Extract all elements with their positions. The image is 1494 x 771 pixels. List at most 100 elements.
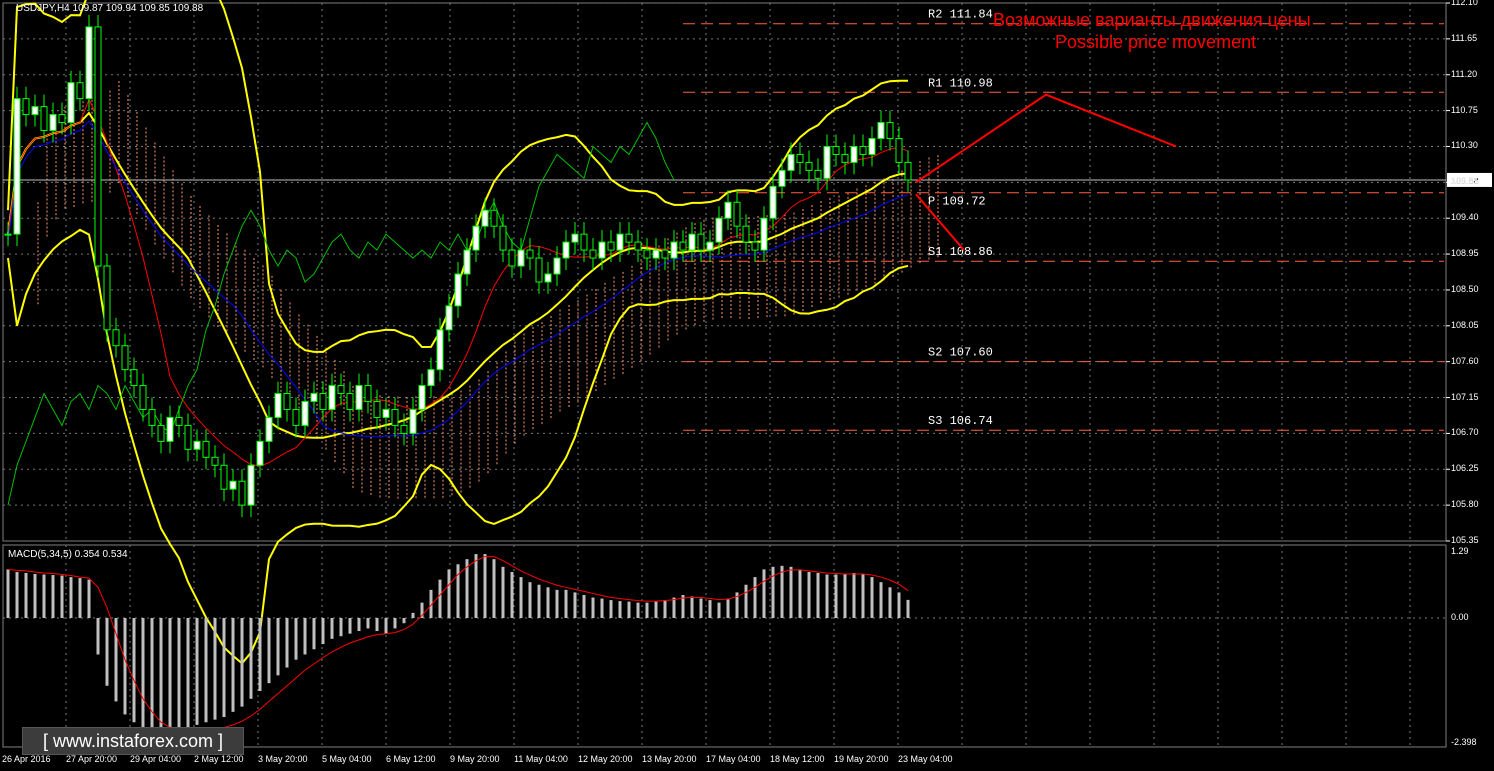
macd-bar	[510, 571, 514, 618]
candle-body	[553, 257, 561, 275]
candle-body	[193, 440, 201, 450]
candle-body	[697, 233, 705, 251]
macd-bar	[123, 618, 127, 715]
macd-bar	[483, 554, 487, 618]
macd-bar	[744, 584, 748, 618]
candle-body	[508, 249, 516, 267]
macd-bar	[222, 618, 226, 718]
macd-bar	[717, 602, 721, 618]
macd-bar	[816, 572, 820, 618]
macd-bar	[105, 618, 109, 686]
macd-bar	[69, 577, 73, 618]
macd-bar	[609, 600, 613, 618]
candle-body	[832, 145, 840, 155]
macd-bar	[375, 618, 379, 632]
candle-body	[562, 241, 570, 259]
macd-axis-label: 1.29	[1451, 546, 1469, 556]
time-axis-label: 12 May 20:00	[578, 754, 633, 764]
macd-bar	[42, 574, 46, 618]
macd-bar	[654, 601, 658, 618]
candle-body	[751, 241, 759, 251]
candle-body	[598, 241, 606, 259]
macd-axis-label: 0.00	[1451, 612, 1469, 622]
macd-axis-label: -2.398	[1451, 737, 1477, 747]
price-axis-label: 112.10	[1451, 0, 1478, 7]
price-panel-frame	[2, 2, 1447, 542]
pivot-label-s3: S3 106.74	[928, 414, 993, 428]
price-axis-label: 108.05	[1451, 319, 1479, 330]
macd-bar	[213, 618, 217, 720]
candle-body	[742, 225, 750, 243]
price-axis-label: 105.35	[1451, 535, 1479, 545]
candle-body	[427, 369, 435, 387]
price-axis-label: 106.70	[1451, 427, 1479, 438]
candle-body	[616, 233, 624, 251]
price-axis-label: 107.15	[1451, 391, 1479, 402]
candle-body	[652, 249, 660, 259]
macd-bar	[501, 566, 505, 618]
candle-body	[22, 98, 30, 116]
candle-body	[85, 26, 93, 100]
candle-body	[670, 241, 678, 259]
macd-bar	[339, 618, 343, 637]
chart-canvas: R2 111.84R1 110.98P 109.72S1 108.86S2 10…	[2, 0, 1492, 748]
macd-bar	[690, 596, 694, 618]
candle-body	[499, 225, 507, 251]
forecast-up-path	[915, 93, 1177, 184]
macd-bar	[258, 618, 262, 691]
macd-bar	[96, 618, 100, 655]
candle-body	[445, 305, 453, 331]
candle-body	[643, 249, 651, 259]
candle-body	[760, 217, 768, 251]
price-axis-label: 110.75	[1451, 104, 1478, 115]
macd-bar	[402, 618, 406, 624]
macd-bar	[789, 566, 793, 618]
macd-bar	[636, 602, 640, 618]
macd-bar	[645, 602, 649, 618]
macd-bar	[672, 597, 676, 618]
candle-body	[886, 122, 894, 139]
watermark-text: [ www.instaforex.com ]	[42, 730, 224, 751]
time-axis-label: 29 Apr 04:00	[130, 754, 182, 764]
time-axis-label: 6 May 12:00	[386, 754, 436, 764]
candle-body	[634, 241, 642, 251]
candle-body	[31, 106, 39, 116]
candle-body	[139, 385, 147, 410]
candle-body	[787, 153, 795, 171]
macd-bar	[411, 612, 415, 618]
time-axis-label: 11 May 04:00	[514, 754, 568, 764]
macd-bar	[663, 600, 667, 618]
candle-body	[535, 257, 543, 283]
candle-body	[400, 424, 408, 434]
macd-bar	[366, 618, 370, 629]
macd-bar	[348, 618, 352, 634]
candle-body	[679, 241, 687, 251]
candle-body	[220, 464, 228, 490]
candle-body	[607, 241, 615, 251]
time-axis-label: 18 May 12:00	[770, 754, 825, 764]
candle-body	[481, 209, 489, 227]
time-axis-label: 13 May 20:00	[642, 754, 697, 764]
candle-body	[823, 145, 831, 179]
candle-body	[157, 424, 165, 442]
price-axis-label: 106.25	[1451, 463, 1479, 474]
macd-bar	[15, 571, 19, 618]
candle-body	[103, 265, 111, 331]
time-axis-label: 26 Apr 2016	[2, 754, 51, 764]
macd-bar	[195, 618, 199, 725]
annotation-title-en: Possible price movement	[1055, 32, 1257, 52]
macd-bar	[438, 579, 442, 618]
candle-body	[706, 241, 714, 251]
macd-bar	[384, 618, 388, 634]
macd-bar	[780, 565, 784, 618]
candle-body	[67, 82, 75, 124]
macd-bar	[267, 618, 271, 684]
macd-bar	[60, 575, 64, 618]
macd-bar	[186, 618, 190, 728]
macd-bar	[627, 601, 631, 618]
time-axis-label: 5 May 04:00	[322, 754, 372, 764]
candle-body	[589, 249, 597, 259]
macd-bar	[330, 618, 334, 639]
pivot-label-s2: S2 107.60	[928, 346, 993, 360]
candle-body	[625, 233, 633, 243]
